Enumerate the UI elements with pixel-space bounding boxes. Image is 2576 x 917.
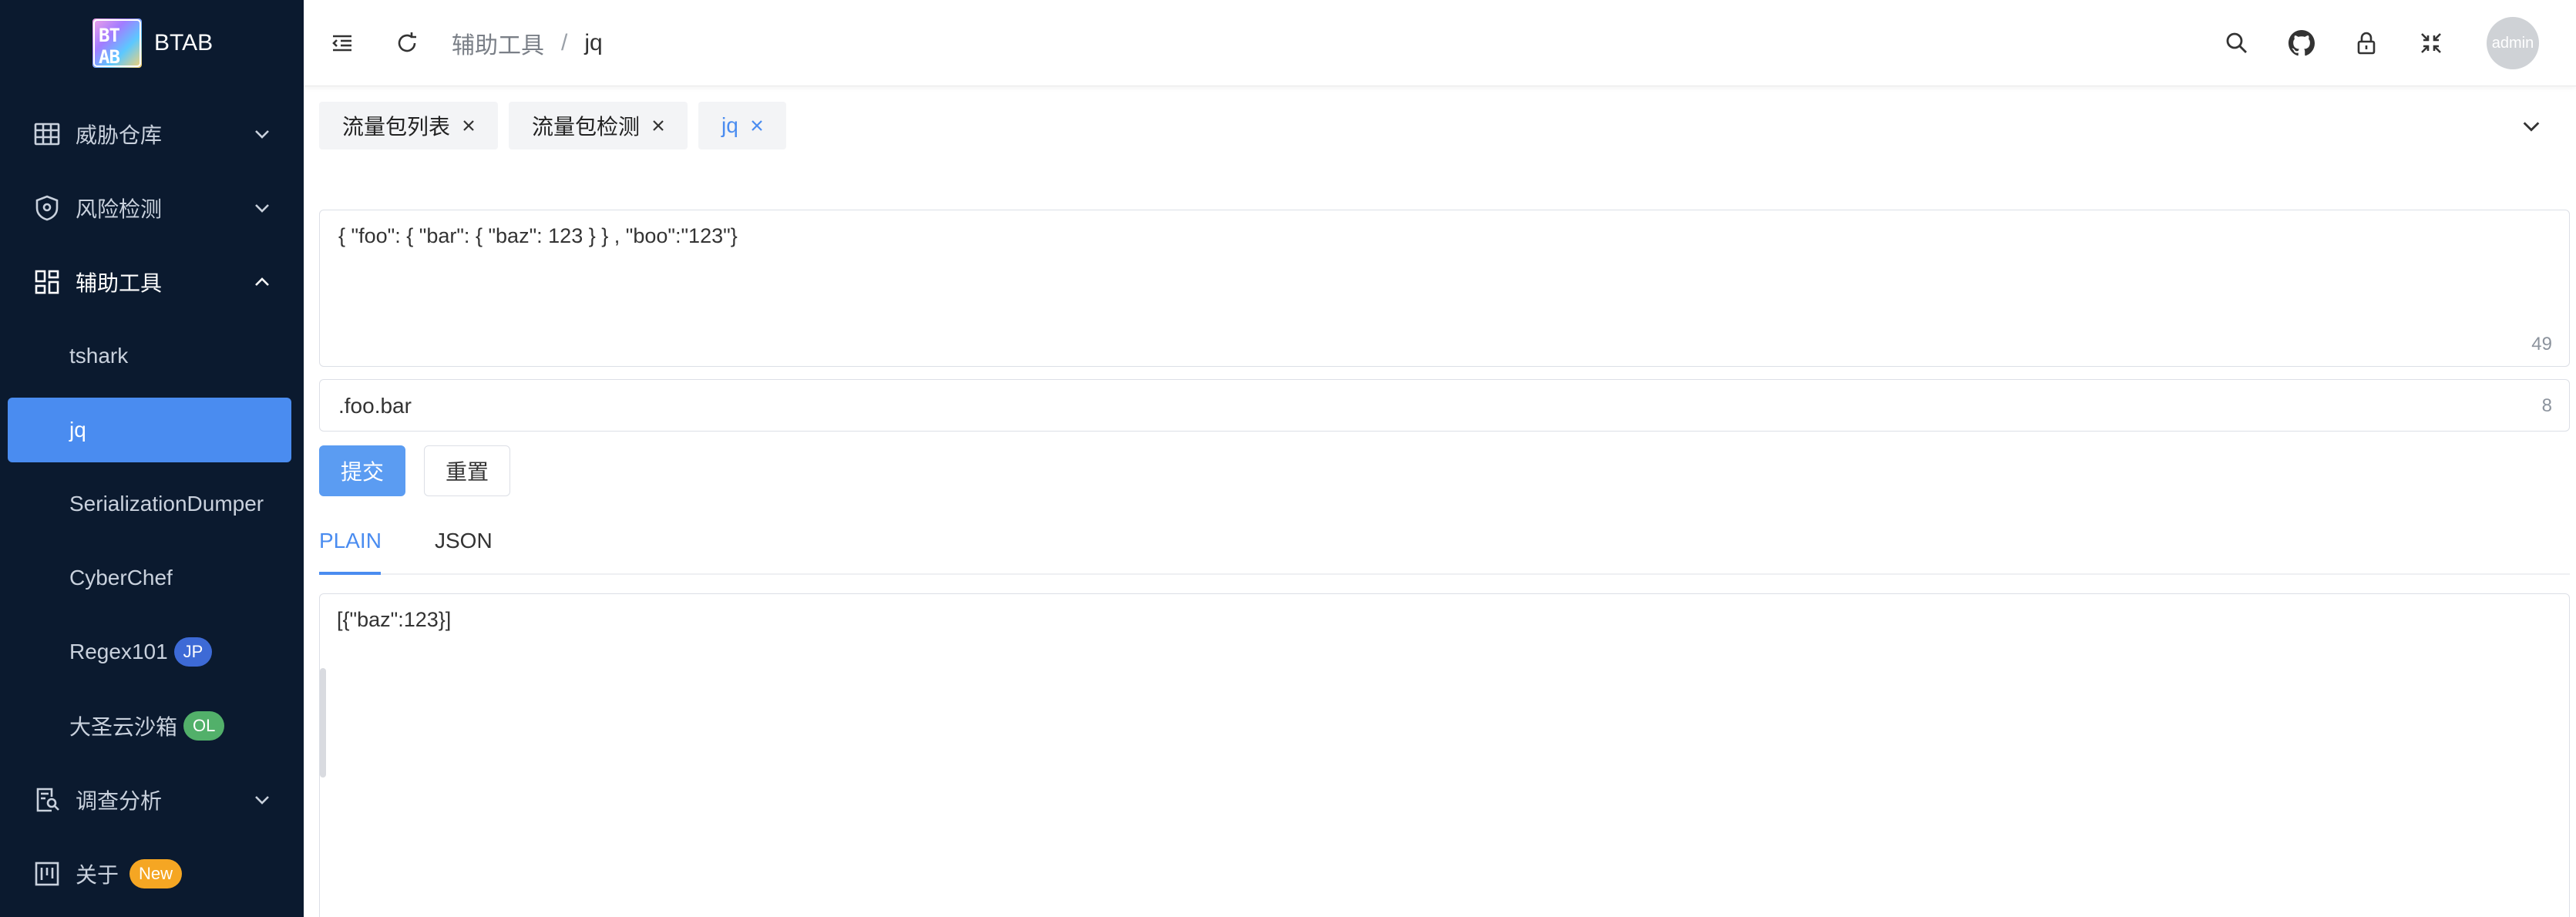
result-output[interactable]: [{"baz":123}] — [319, 593, 2570, 917]
breadcrumb-item[interactable]: 辅助工具 — [452, 26, 544, 60]
char-count: 8 — [2541, 395, 2552, 416]
chevron-down-icon[interactable] — [2517, 113, 2545, 140]
sidebar-item-sandbox[interactable]: 大圣云沙箱 OL — [0, 694, 304, 758]
avatar[interactable]: admin — [2487, 17, 2539, 69]
dashboard-icon — [32, 267, 62, 297]
menu-aux-tools[interactable]: 辅助工具 — [0, 245, 304, 319]
tab-bar: 流量包列表 流量包检测 jq — [304, 94, 2576, 156]
json-input[interactable]: { "foo": { "bar": { "baz": 123 } } , "bo… — [319, 210, 2570, 367]
tab-packet-detection[interactable]: 流量包检测 — [509, 102, 688, 149]
sidebar-item-tshark[interactable]: tshark — [0, 324, 304, 388]
table-icon — [32, 119, 62, 149]
sidebar-item-jq[interactable]: jq — [0, 398, 304, 462]
result-output-text: [{"baz":123}] — [337, 608, 452, 631]
svg-text:AB: AB — [99, 46, 119, 68]
breadcrumb-current: jq — [584, 30, 603, 55]
fullscreen-icon[interactable] — [2416, 28, 2447, 59]
header: 辅助工具 / jq admin — [304, 0, 2576, 86]
char-count: 49 — [2531, 334, 2552, 354]
tab-jq[interactable]: jq — [698, 102, 786, 149]
menu-about[interactable]: 关于 New — [0, 837, 304, 911]
menu-investigation[interactable]: 调查分析 — [0, 763, 304, 837]
result-tab-bar: PLAIN JSON — [319, 516, 2570, 575]
tab-plain[interactable]: PLAIN — [319, 529, 382, 553]
menu-label: 关于 — [76, 863, 119, 887]
close-icon[interactable] — [461, 118, 476, 133]
reload-icon[interactable] — [392, 28, 422, 59]
chevron-down-icon — [251, 789, 273, 811]
sidebar-item-label: tshark — [69, 344, 129, 368]
menu-label: 风险检测 — [76, 197, 163, 221]
tab-packet-list[interactable]: 流量包列表 — [319, 102, 499, 149]
breadcrumb: 辅助工具 / jq — [452, 26, 603, 60]
sidebar: BT AB BTAB 威胁仓库 风险检测 辅助工具 tshark jq Seri… — [0, 0, 304, 917]
logo-icon: BT AB — [92, 18, 142, 68]
json-input-text: { "foo": { "bar": { "baz": 123 } } , "bo… — [338, 224, 738, 247]
sidebar-item-cyberchef[interactable]: CyberChef — [0, 546, 304, 610]
sidebar-item-label: CyberChef — [69, 566, 173, 590]
file-search-icon — [32, 785, 62, 815]
sidebar-item-label: SerializationDumper — [69, 492, 264, 516]
reset-button[interactable]: 重置 — [424, 445, 510, 496]
jp-badge: JP — [173, 637, 213, 667]
query-input[interactable]: .foo.bar 8 — [319, 379, 2570, 432]
ol-badge: OL — [183, 711, 225, 741]
sidebar-item-label: jq — [69, 418, 86, 442]
menu-threat-repo[interactable]: 威胁仓库 — [0, 97, 304, 171]
github-icon[interactable] — [2286, 28, 2317, 59]
close-icon[interactable] — [749, 118, 765, 133]
menu-label: 威胁仓库 — [76, 123, 163, 147]
sidebar-item-serializationdumper[interactable]: SerializationDumper — [0, 472, 304, 536]
close-icon[interactable] — [651, 118, 666, 133]
menu-risk-detection[interactable]: 风险检测 — [0, 171, 304, 245]
chevron-up-icon — [251, 271, 273, 293]
submit-button[interactable]: 提交 — [319, 445, 405, 496]
new-badge: New — [129, 859, 183, 888]
shield-icon — [32, 193, 62, 223]
tab-label: 流量包列表 — [342, 115, 451, 139]
search-icon[interactable] — [2221, 28, 2252, 59]
query-input-text: .foo.bar — [338, 394, 412, 418]
menu-label: 调查分析 — [76, 789, 163, 813]
sidebar-item-label: Regex101 — [69, 640, 168, 663]
menu-label: 辅助工具 — [76, 271, 163, 295]
app-title: BTAB — [154, 30, 214, 55]
tab-label: 流量包检测 — [532, 115, 641, 139]
project-icon — [32, 859, 62, 888]
active-tab-indicator — [319, 572, 381, 575]
logo[interactable]: BT AB BTAB — [92, 17, 213, 69]
svg-text:BT: BT — [99, 25, 119, 46]
menu-fold-icon[interactable] — [327, 28, 358, 59]
chevron-down-icon — [251, 197, 273, 219]
scrollbar[interactable] — [320, 668, 326, 778]
lock-icon[interactable] — [2351, 28, 2382, 59]
chevron-down-icon — [251, 123, 273, 145]
tab-json[interactable]: JSON — [435, 529, 493, 553]
tab-label: jq — [721, 113, 738, 137]
breadcrumb-separator: / — [561, 30, 568, 55]
sidebar-item-label: 大圣云沙箱 — [69, 715, 178, 739]
sidebar-item-regex101[interactable]: Regex101 JP — [0, 620, 304, 684]
